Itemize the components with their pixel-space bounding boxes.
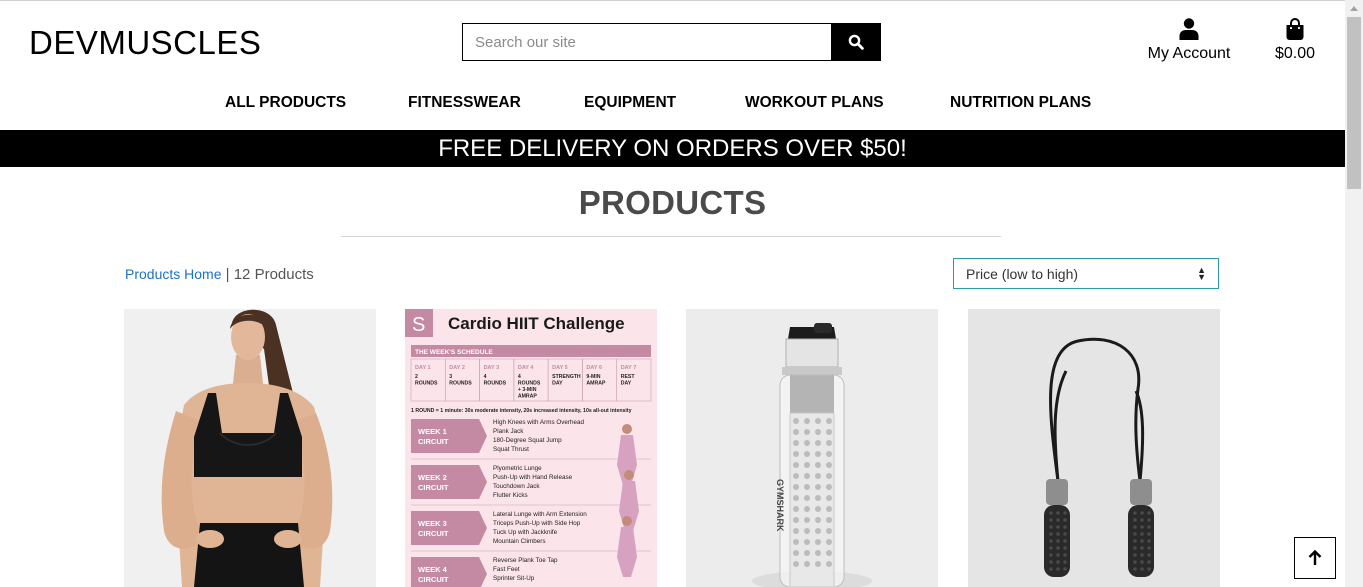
poster-text: 1 ROUND = 1 minute: 30s moderate intensi… xyxy=(411,408,632,414)
poster-text: AMRAP xyxy=(518,394,538,400)
poster-text: WEEK 1 xyxy=(418,427,447,436)
search-input[interactable] xyxy=(463,24,831,60)
breadcrumb-separator: | xyxy=(221,266,234,283)
poster-text: DAY 7 xyxy=(621,365,637,371)
skipping-rope-photo xyxy=(968,309,1220,587)
search-button[interactable] xyxy=(831,24,880,60)
poster-text: 9-MIN xyxy=(586,374,600,380)
nav-fitnesswear[interactable]: FITNESSWEAR xyxy=(408,94,521,112)
poster-text: AMRAP xyxy=(586,381,606,387)
poster-text: ROUNDS xyxy=(415,381,438,387)
back-to-top-button[interactable] xyxy=(1294,537,1336,579)
poster-text: 180-Degree Squat Jump xyxy=(493,437,562,444)
search-icon xyxy=(848,34,864,50)
top-border xyxy=(0,0,1345,1)
delivery-banner: FREE DELIVERY ON ORDERS OVER $50! xyxy=(0,130,1345,167)
sort-selected-value: Price (low to high) xyxy=(966,265,1079,282)
poster-text: Flutter Kicks xyxy=(493,492,528,499)
poster-text: 4 xyxy=(484,374,487,380)
poster-text: Push-Up with Hand Release xyxy=(493,474,573,481)
main-nav: ALL PRODUCTS FITNESSWEAR EQUIPMENT WORKO… xyxy=(0,94,1345,114)
poster-text: Squat Thrust xyxy=(493,446,529,453)
site-logo[interactable]: DEVMUSCLES xyxy=(29,24,261,62)
search-form xyxy=(462,23,881,61)
poster-text: DAY 2 xyxy=(449,365,465,371)
poster-text: Lateral Lunge with Arm Extension xyxy=(493,511,587,518)
nav-workout-plans[interactable]: WORKOUT PLANS xyxy=(745,94,884,112)
cart-link[interactable]: $0.00 xyxy=(1266,18,1324,63)
poster-text: S xyxy=(412,314,425,336)
poster-text: REST xyxy=(621,374,636,380)
poster-text: WEEK 4 xyxy=(418,565,448,574)
title-divider xyxy=(341,236,1001,237)
product-card[interactable] xyxy=(968,309,1220,587)
poster-text: Mountain Climbers xyxy=(493,538,546,545)
poster-text: 2 xyxy=(415,374,418,380)
user-icon xyxy=(1179,18,1199,40)
cart-total: $0.00 xyxy=(1274,45,1316,62)
poster-text: CIRCUIT xyxy=(418,575,449,584)
water-bottle-photo: GYMSHARK xyxy=(686,309,938,587)
black-sports-bra-photo xyxy=(124,309,376,587)
products-home-link[interactable]: Products Home xyxy=(125,266,221,282)
poster-text: STRENGTH xyxy=(552,374,581,380)
poster-text: DAY 3 xyxy=(484,365,500,371)
poster-text: CIRCUIT xyxy=(418,529,449,538)
poster-text: ROUNDS xyxy=(449,381,472,387)
poster-text: Cardio HIIT Challenge xyxy=(448,314,625,333)
bottle-brand-text: GYMSHARK xyxy=(775,479,785,532)
nav-all-products[interactable]: ALL PRODUCTS xyxy=(225,94,346,112)
poster-text: DAY 4 xyxy=(518,365,535,371)
scroll-up-arrow-icon[interactable] xyxy=(1345,0,1363,17)
sort-select[interactable]: Price (low to high) ▲ ▼ xyxy=(953,258,1219,289)
my-account-label: My Account xyxy=(1147,45,1231,62)
cardio-hiit-challenge-poster: S Cardio HIIT Challenge THE WEEK'S SCHEDUL… xyxy=(405,309,657,587)
select-arrows-icon: ▲ ▼ xyxy=(1197,264,1206,282)
product-card[interactable]: GYMSHARK xyxy=(686,309,938,587)
scroll-thumb[interactable] xyxy=(1347,17,1361,189)
poster-text: DAY xyxy=(621,381,632,387)
poster-text: DAY xyxy=(552,381,563,387)
poster-text: Tuck Up with Jackknife xyxy=(493,529,558,536)
poster-text: 4 xyxy=(518,374,521,380)
my-account-link[interactable]: My Account xyxy=(1140,18,1238,63)
shopping-bag-icon xyxy=(1286,18,1304,40)
poster-text: DAY 5 xyxy=(552,365,568,371)
poster-text: ROUNDS xyxy=(518,381,541,387)
poster-text: ROUNDS xyxy=(484,381,507,387)
product-card[interactable] xyxy=(124,309,376,587)
poster-text: Touchdown Jack xyxy=(493,483,540,490)
vertical-scrollbar[interactable] xyxy=(1345,0,1363,587)
poster-text: CIRCUIT xyxy=(418,483,449,492)
poster-text: WEEK 3 xyxy=(418,519,447,528)
poster-text: 3 xyxy=(449,374,452,380)
poster-text: Plank Jack xyxy=(493,428,524,435)
poster-text: Fast Feet xyxy=(493,566,520,573)
nav-nutrition-plans[interactable]: NUTRITION PLANS xyxy=(950,94,1091,112)
product-card[interactable]: S Cardio HIIT Challenge THE WEEK'S SCHEDUL… xyxy=(405,309,657,587)
poster-text: THE WEEK'S SCHEDULE xyxy=(415,349,493,356)
poster-text: + 3-MIN xyxy=(518,387,537,393)
poster-text: Plyometric Lunge xyxy=(493,465,542,472)
arrow-up-icon xyxy=(1308,550,1322,565)
poster-text: DAY 6 xyxy=(586,365,602,371)
poster-text: Reverse Plank Toe Tap xyxy=(493,557,558,564)
poster-text: CIRCUIT xyxy=(418,437,449,446)
poster-text: Triceps Push-Up with Side Hop xyxy=(493,520,581,527)
product-count: 12 Products xyxy=(233,266,314,283)
poster-text: High Knees with Arms Overhead xyxy=(493,419,584,426)
nav-equipment[interactable]: EQUIPMENT xyxy=(584,94,676,112)
poster-text: WEEK 2 xyxy=(418,473,447,482)
breadcrumb: Products Home | 12 Products xyxy=(125,266,314,283)
page-title: PRODUCTS xyxy=(578,184,767,221)
poster-text: Sprinter Sit-Up xyxy=(493,575,535,582)
poster-text: DAY 1 xyxy=(415,365,431,371)
